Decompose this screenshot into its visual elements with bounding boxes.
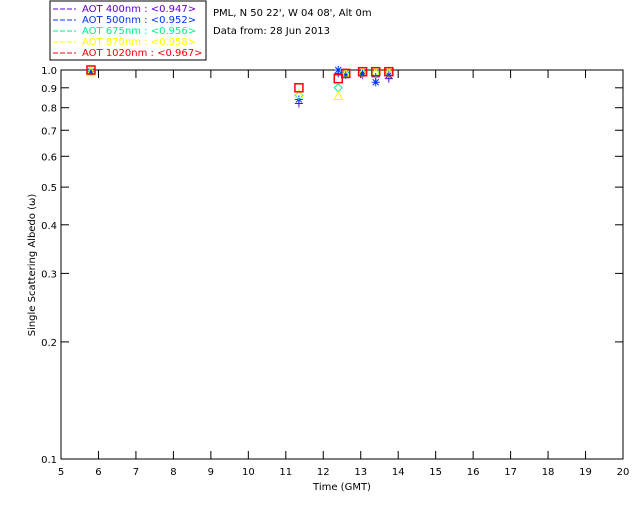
site-label: PML, N 50 22', W 04 08', Alt 0m [213, 8, 372, 19]
x-tick-label: 12 [317, 467, 330, 478]
series-3 [86, 66, 394, 100]
legend-entry: AOT 1020nm : <0.967> [82, 48, 202, 59]
x-tick-label: 10 [242, 467, 255, 478]
date-label: Data from: 28 Jun 2013 [213, 26, 330, 37]
y-tick-label: 0.1 [41, 455, 57, 466]
x-tick-label: 5 [58, 467, 64, 478]
x-tick-label: 20 [617, 467, 630, 478]
y-tick-label: 0.8 [41, 104, 57, 115]
legend-entry: AOT 870nm : <0.958> [82, 37, 196, 48]
x-tick-label: 13 [354, 467, 367, 478]
x-tick-label: 18 [542, 467, 555, 478]
y-tick-label: 0.3 [41, 269, 57, 280]
x-axis-label: Time (GMT) [312, 482, 371, 493]
x-tick-label: 11 [279, 467, 292, 478]
y-tick-label: 0.5 [41, 183, 57, 194]
x-tick-label: 9 [208, 467, 214, 478]
x-tick-label: 17 [504, 467, 517, 478]
y-tick-label: 0.4 [41, 221, 57, 232]
plot-frame [60, 69, 624, 460]
data-point-triangle [333, 90, 344, 100]
x-tick-label: 6 [95, 467, 101, 478]
y-tick-label: 1.0 [41, 66, 57, 77]
x-tick-label: 16 [467, 467, 480, 478]
x-tick-label: 15 [429, 467, 442, 478]
x-tick-label: 14 [392, 467, 405, 478]
y-tick-label: 0.9 [41, 84, 57, 95]
legend-entry: AOT 400nm : <0.947> [82, 4, 196, 15]
y-tick-label: 0.2 [41, 338, 57, 349]
x-tick-label: 8 [170, 467, 176, 478]
y-tick-label: 0.6 [41, 152, 57, 163]
chart: AOT 400nm : <0.947>AOT 500nm : <0.952>AO… [27, 0, 630, 493]
data-point-asterisk [371, 78, 380, 87]
y-tick-label: 0.7 [41, 126, 57, 137]
x-tick-label: 7 [133, 467, 139, 478]
legend-entry: AOT 675nm : <0.956> [82, 26, 196, 37]
chart-container: AOT 400nm : <0.947> AOT 500nm : <0.952> AO… [0, 0, 640, 512]
x-tick-label: 19 [579, 467, 592, 478]
legend-entry: AOT 500nm : <0.952> [82, 15, 196, 26]
y-axis-label: Single Scattering Albedo (ω) [27, 194, 38, 337]
